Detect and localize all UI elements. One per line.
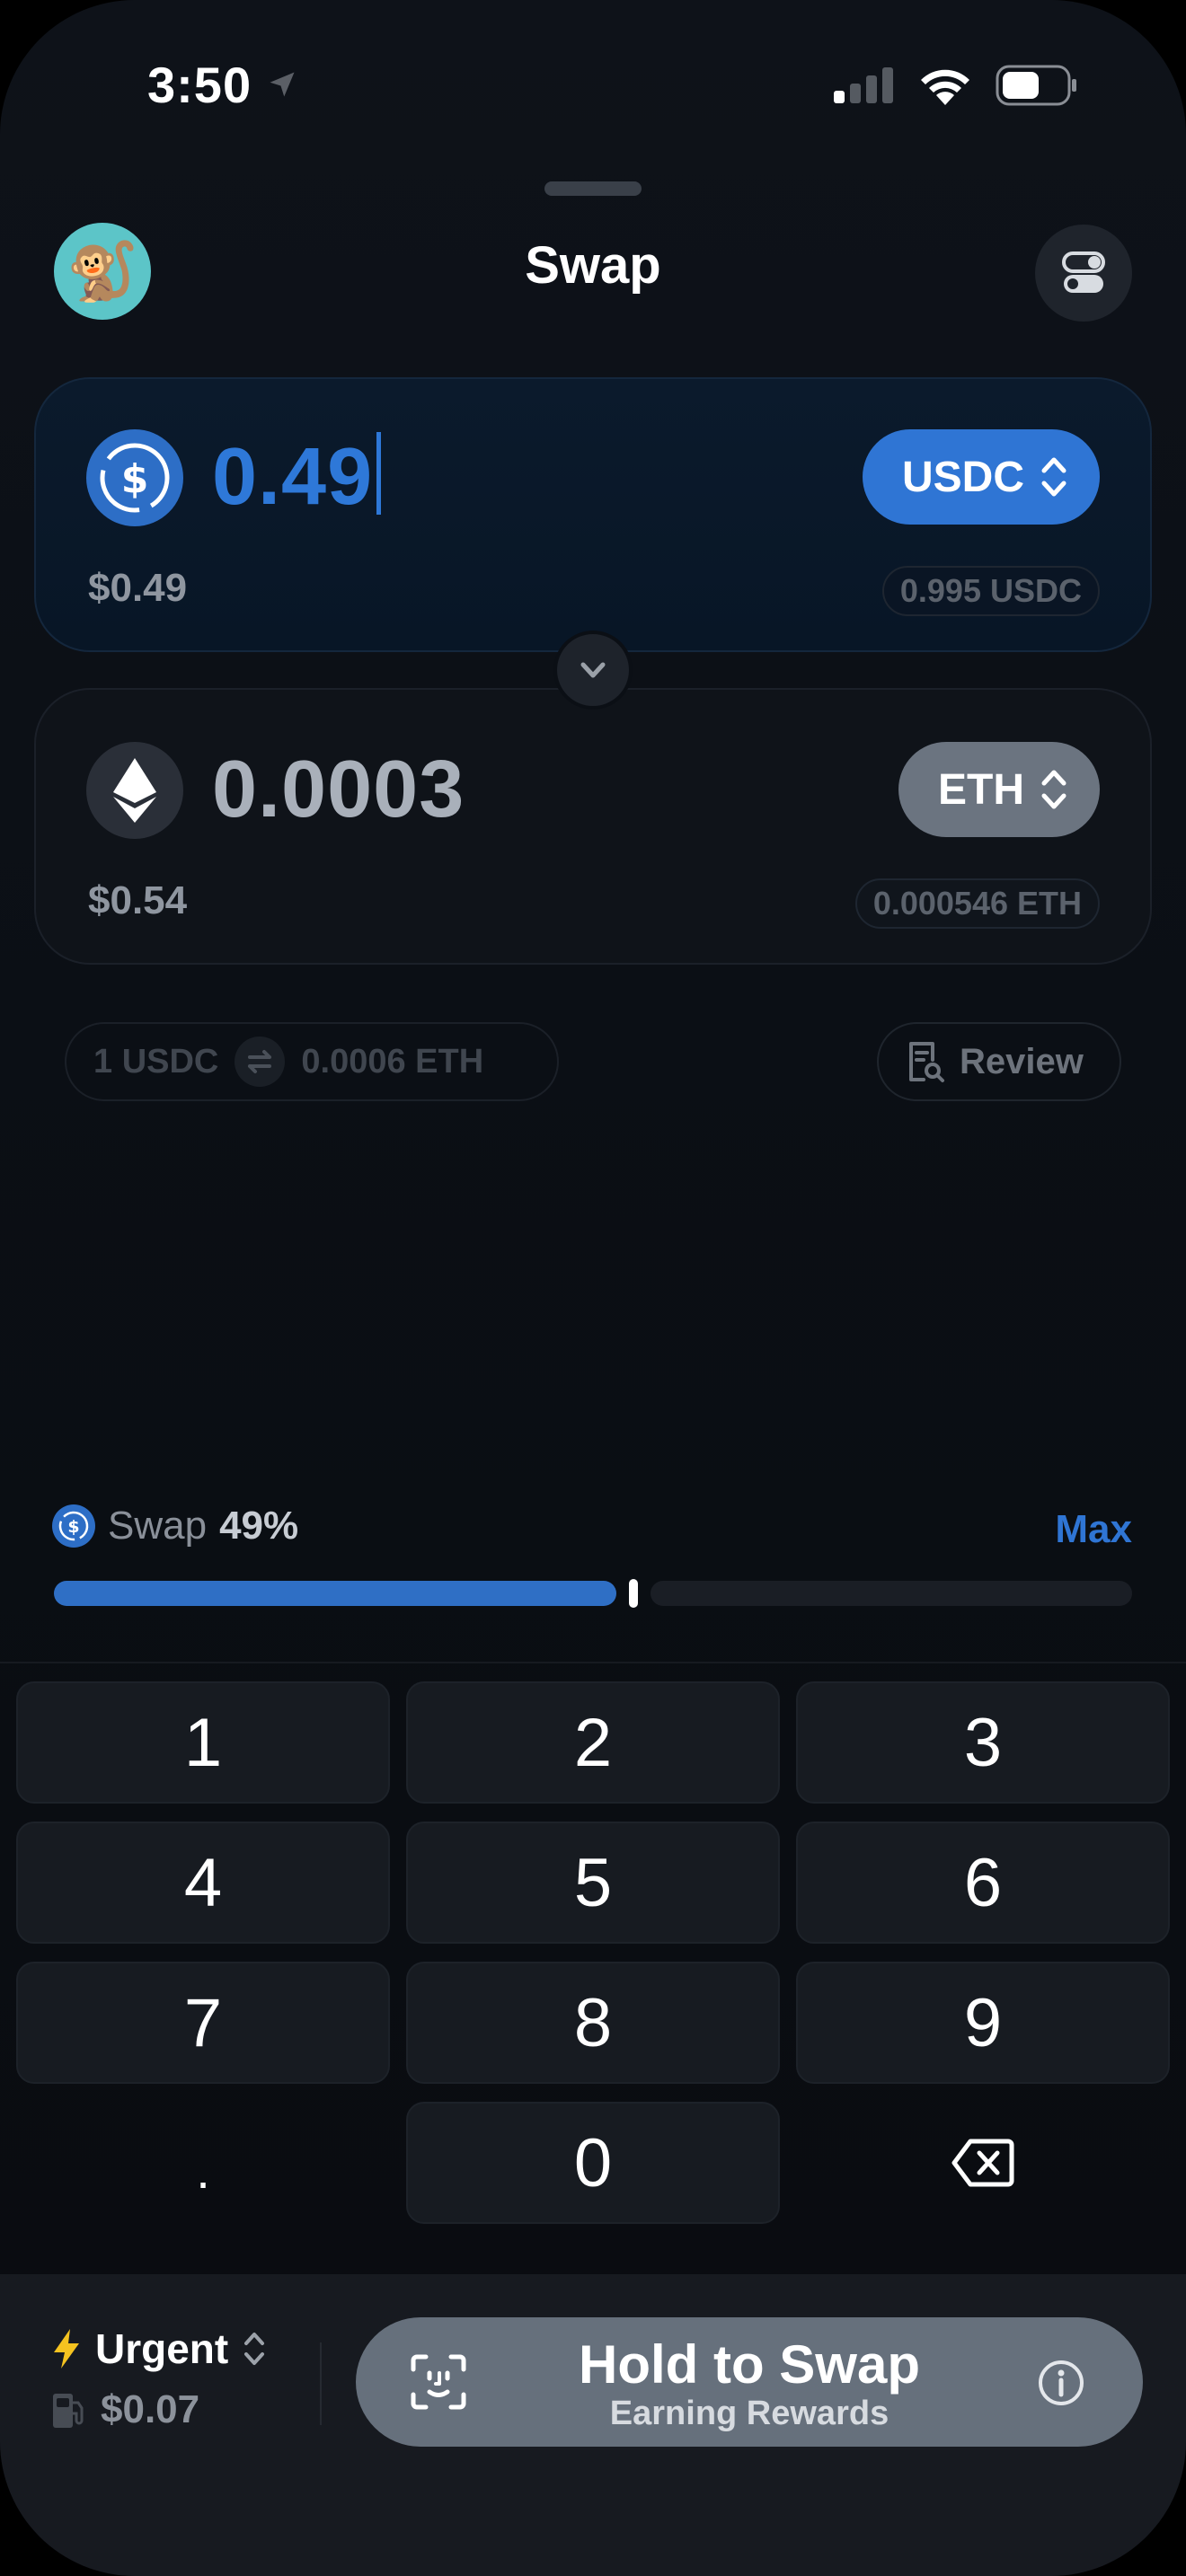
page-title: Swap [525,236,661,295]
flip-tokens-button[interactable] [553,631,633,710]
key-8[interactable]: 8 [406,1962,780,2084]
status-time: 3:50 [147,57,252,113]
to-balance-badge[interactable]: 0.000546 ETH [854,878,1100,929]
from-amount-input[interactable]: 0.49 [212,431,382,524]
receipt-search-icon [909,1042,944,1082]
info-icon[interactable] [1037,2359,1085,2407]
fee-amount: $0.07 [101,2387,200,2431]
chevron-updown-icon [1041,457,1067,497]
from-token-label: USDC [901,453,1024,501]
to-token-label: ETH [938,765,1024,814]
to-amount-value: 0.0003 [212,745,465,834]
usdc-icon: $ [86,429,183,526]
key-5[interactable]: 5 [406,1822,780,1944]
to-fiat-value: $0.54 [88,878,188,922]
from-token-selector[interactable]: USDC [862,429,1100,525]
key-4[interactable]: 4 [16,1822,390,1944]
svg-text:$: $ [67,1517,79,1537]
key-6[interactable]: 6 [796,1822,1170,1944]
max-button[interactable]: Max [1055,1507,1132,1552]
signal-icon [834,67,893,103]
usdc-mini-icon: $ [52,1504,95,1548]
chevron-updown-icon [244,2333,265,2365]
slider-fill [54,1581,616,1606]
swap-screen: 3:50 🐒 Swap $ 0.49 USDC $0.49 0.995 USDC… [0,0,1186,2576]
key-decimal-label: . [196,2141,210,2199]
from-fiat-value: $0.49 [88,566,188,610]
review-label: Review [960,1041,1084,1081]
from-balance-badge[interactable]: 0.995 USDC [881,566,1100,616]
key-0[interactable]: 0 [406,2102,780,2224]
slider-thumb[interactable] [629,1579,638,1608]
location-arrow-icon [270,72,295,97]
to-token-selector[interactable]: ETH [898,742,1100,837]
wifi-icon [921,69,969,105]
keypad-divider [0,1662,1186,1663]
rate-right: 0.0006 ETH [301,1042,484,1081]
speed-label: Urgent [95,2325,229,2372]
footer-divider [320,2342,322,2425]
key-backspace[interactable] [796,2102,1170,2224]
hold-to-swap-button[interactable]: Hold to Swap Earning Rewards [356,2317,1143,2447]
key-3[interactable]: 3 [796,1681,1170,1804]
battery-icon [996,65,1076,106]
review-button[interactable]: Review [877,1022,1121,1101]
amount-slider[interactable] [54,1579,1132,1608]
key-decimal[interactable]: . [16,2102,390,2224]
from-amount-value: 0.49 [212,432,374,522]
swap-word: Swap [108,1504,208,1548]
svg-text:$: $ [121,456,149,502]
from-token-card[interactable]: $ 0.49 USDC $0.49 0.995 USDC [34,377,1152,652]
chevron-down-icon [580,662,606,678]
rate-left: 1 USDC [93,1042,219,1081]
swap-arrows-icon [235,1037,286,1087]
key-1[interactable]: 1 [16,1681,390,1804]
backspace-icon [951,2139,1014,2187]
sheet-grabber[interactable] [544,181,642,196]
chevron-updown-icon [1041,770,1067,809]
text-caret [376,432,382,515]
gas-pump-icon [53,2394,84,2428]
exchange-rate-pill[interactable]: 1 USDC 0.0006 ETH [65,1022,559,1101]
settings-toggle-button[interactable] [1035,225,1132,322]
numeric-keypad: 1 2 3 4 5 6 7 8 9 . 0 [16,1681,1170,2224]
lightning-icon [54,2329,79,2369]
key-9[interactable]: 9 [796,1962,1170,2084]
swap-percent-value: 49% [219,1504,299,1548]
slider-remaining [651,1581,1132,1606]
swap-button-sublabel: Earning Rewards [609,2395,890,2432]
key-7[interactable]: 7 [16,1962,390,2084]
swap-percentage-label: $ Swap 49% [52,1504,298,1548]
toggles-icon [1062,251,1105,293]
eth-icon [86,742,183,839]
status-icons [834,63,1078,108]
speed-selector[interactable]: Urgent [50,2325,268,2373]
network-fee: $0.07 [50,2387,199,2432]
swap-button-label: Hold to Swap [579,2334,920,2395]
to-token-card[interactable]: 0.0003 ETH $0.54 0.000546 ETH [34,688,1152,965]
key-2[interactable]: 2 [406,1681,780,1804]
